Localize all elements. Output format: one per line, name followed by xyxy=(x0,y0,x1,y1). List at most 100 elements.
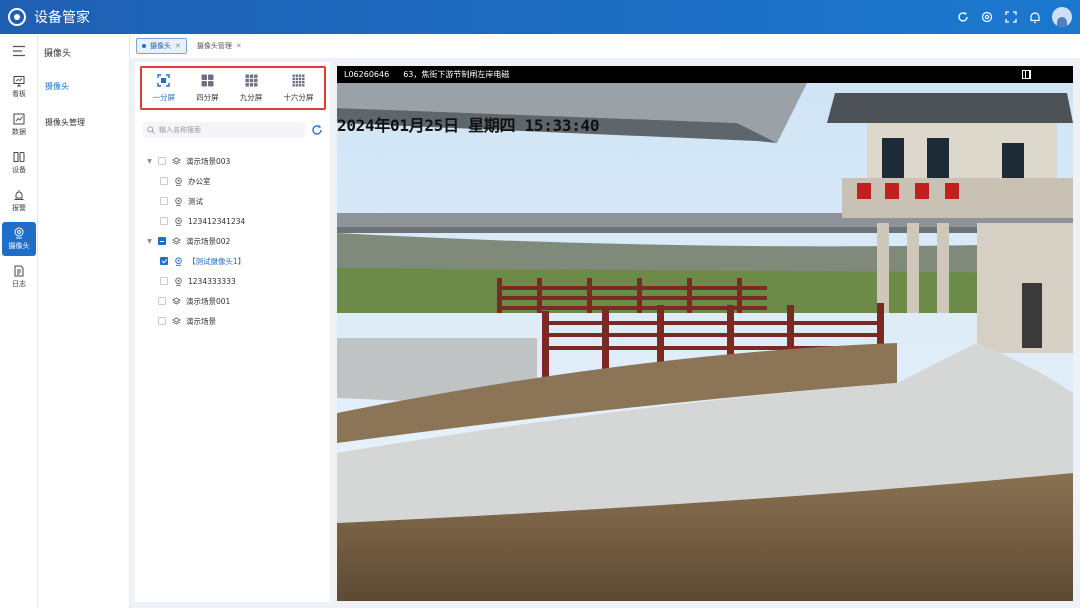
camera-icon xyxy=(14,227,24,239)
rail-item-device[interactable]: 设备 xyxy=(2,146,36,180)
tree-node-group[interactable]: 演示场景 xyxy=(145,311,327,331)
fullscreen-video-icon[interactable] xyxy=(1022,70,1031,79)
camera-icon xyxy=(175,197,182,206)
split-1-button[interactable]: 一分屏 xyxy=(152,73,176,103)
app-header: 设备管家 xyxy=(0,0,1080,34)
expand-arrow-icon[interactable]: ▼ xyxy=(145,238,154,245)
split-16-button[interactable]: 十六分屏 xyxy=(283,74,313,103)
app-logo xyxy=(8,8,26,26)
layers-icon xyxy=(172,316,181,325)
layers-icon xyxy=(172,156,181,165)
app-title: 设备管家 xyxy=(34,10,90,26)
camera-feed-image xyxy=(337,83,1073,601)
rail-label: 摄像头 xyxy=(8,242,30,250)
split-9-button[interactable]: 九分屏 xyxy=(239,74,263,103)
monitor-icon xyxy=(13,76,25,87)
user-avatar[interactable] xyxy=(1052,7,1072,27)
chart-icon xyxy=(13,113,25,125)
split-4-button[interactable]: 四分屏 xyxy=(196,74,219,103)
tree-node-group[interactable]: ▼ 演示场景003 xyxy=(145,151,327,171)
tree-checkbox[interactable] xyxy=(158,237,166,245)
rail-label: 日志 xyxy=(12,280,26,288)
camera-name: 63，焦街下游节制闸左岸电磁 xyxy=(403,70,510,79)
device-icon xyxy=(13,152,25,162)
tree-node-camera[interactable]: 测试 xyxy=(145,191,327,211)
rail-label: 设备 xyxy=(12,166,26,174)
tree-node-label: 演示场景003 xyxy=(186,156,231,166)
split-screen-selector: 一分屏 四分屏 九分屏 十六分屏 xyxy=(140,66,326,110)
device-panel: 一分屏 四分屏 九分屏 十六分屏 输入名称搜索 ▼ 演示场景003 办公室 测试… xyxy=(135,62,330,602)
tab-label: 摄像头 xyxy=(150,42,171,50)
submenu-item-camera[interactable]: 摄像头 xyxy=(38,68,129,104)
tree-node-camera-selected[interactable]: 【测试摄像头1】 xyxy=(145,251,327,271)
split-label: 四分屏 xyxy=(196,92,219,102)
rail-item-alarm[interactable]: 报警 xyxy=(2,184,36,218)
nine-screen-icon xyxy=(245,74,258,86)
sixteen-screen-icon xyxy=(292,74,305,86)
submenu-panel: 摄像头 摄像头 摄像头管理 xyxy=(38,34,130,608)
camera-search-box xyxy=(143,122,305,138)
tab-label: 摄像头管理 xyxy=(196,42,232,50)
camera-icon xyxy=(175,257,182,266)
submenu-title: 摄像头 xyxy=(44,49,72,59)
tree-checkbox[interactable] xyxy=(158,317,166,325)
tree-node-camera[interactable]: 办公室 xyxy=(145,171,327,191)
tree-checkbox[interactable] xyxy=(160,197,168,205)
expand-arrow-icon[interactable]: ▼ xyxy=(145,158,154,165)
close-icon[interactable]: ✕ xyxy=(175,42,181,50)
tree-node-label: 演示场景001 xyxy=(186,296,231,306)
camera-icon xyxy=(175,177,182,186)
tree-node-label: 办公室 xyxy=(188,176,211,186)
camera-id: L06260646 xyxy=(344,70,390,79)
tree-checkbox[interactable] xyxy=(160,217,168,225)
camera-tree: ▼ 演示场景003 办公室 测试 123412341234 ▼ 演示场景002 xyxy=(145,151,327,331)
rail-label: 数据 xyxy=(12,128,26,136)
bell-icon[interactable] xyxy=(1028,10,1042,24)
video-player[interactable]: L06260646 63，焦街下游节制闸左岸电磁 2024年01月25日 星期四… xyxy=(337,66,1073,601)
alarm-icon xyxy=(14,190,24,200)
tree-checkbox[interactable] xyxy=(158,157,166,165)
menu-toggle-icon[interactable] xyxy=(0,34,37,68)
tree-node-label: 1234333333 xyxy=(188,276,236,286)
log-icon xyxy=(14,265,24,277)
rail-item-camera[interactable]: 摄像头 xyxy=(2,222,36,256)
tab-bar: 摄像头 ✕ 摄像头管理 ✕ xyxy=(130,34,1080,58)
split-label: 一分屏 xyxy=(152,92,176,102)
camera-icon xyxy=(175,217,182,226)
layers-icon xyxy=(172,296,181,305)
header-actions xyxy=(956,0,1072,34)
tree-node-label: 【测试摄像头1】 xyxy=(188,256,246,266)
tab-camera[interactable]: 摄像头 ✕ xyxy=(136,38,187,54)
tree-checkbox[interactable] xyxy=(160,257,168,265)
rail-item-dashboard[interactable]: 看板 xyxy=(2,70,36,104)
split-label: 十六分屏 xyxy=(283,92,314,102)
refresh-tree-icon[interactable] xyxy=(311,124,323,136)
tree-node-label: 123412341234 xyxy=(188,216,246,226)
rail-item-log[interactable]: 日志 xyxy=(2,260,36,294)
close-icon[interactable]: ✕ xyxy=(236,42,242,50)
tree-node-label: 演示场景002 xyxy=(186,236,231,246)
submenu-item-camera-management[interactable]: 摄像头管理 xyxy=(38,104,129,140)
tree-checkbox[interactable] xyxy=(160,177,168,185)
search-input[interactable] xyxy=(159,126,299,134)
rail-item-data[interactable]: 数据 xyxy=(2,108,36,142)
tree-node-group[interactable]: ▼ 演示场景002 xyxy=(145,231,327,251)
search-icon xyxy=(147,126,155,134)
quad-screen-icon xyxy=(201,74,214,86)
settings-icon[interactable] xyxy=(980,10,994,24)
nav-rail: 看板 数据 设备 报警 摄像头 日志 xyxy=(0,34,38,608)
rail-label: 报警 xyxy=(12,204,26,212)
refresh-icon[interactable] xyxy=(956,10,970,24)
tree-node-camera[interactable]: 123412341234 xyxy=(145,211,327,231)
tab-camera-management[interactable]: 摄像头管理 ✕ xyxy=(191,38,248,54)
split-label: 九分屏 xyxy=(239,92,263,102)
tree-checkbox[interactable] xyxy=(160,277,168,285)
tree-checkbox[interactable] xyxy=(158,297,166,305)
tree-node-label: 测试 xyxy=(188,196,203,206)
fullscreen-icon[interactable] xyxy=(1004,10,1018,24)
tree-node-group[interactable]: 演示场景001 xyxy=(145,291,327,311)
single-screen-icon xyxy=(157,73,171,87)
layers-icon xyxy=(172,236,181,245)
tree-node-camera[interactable]: 1234333333 xyxy=(145,271,327,291)
video-timestamp-overlay: 2024年01月25日 星期四 15:33:40 xyxy=(337,116,600,135)
